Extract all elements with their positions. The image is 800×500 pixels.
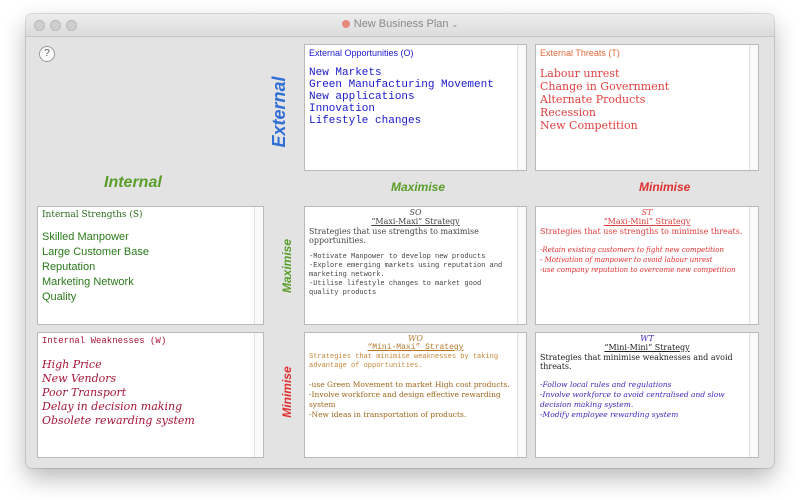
list-item: Quality <box>42 291 77 303</box>
wt-title: “Mini-Mini” Strategy <box>604 343 690 352</box>
wt-items: -Follow local rules and regulations -Inv… <box>540 380 746 420</box>
list-item: Marketing Network <box>42 276 134 288</box>
list-item: -Retain existing customers to fight new … <box>540 246 724 254</box>
strengths-header: Internal Strengths (S) <box>42 210 143 220</box>
st-code: ST <box>641 208 653 217</box>
row-minimise-label: Minimise <box>280 366 294 418</box>
weaknesses-panel[interactable]: Internal Weaknesses (W) High Price New V… <box>37 332 264 458</box>
threats-panel[interactable]: External Threats (T) Labour unrest Chang… <box>535 44 759 171</box>
wo-code: WO <box>408 334 423 343</box>
wt-strategy-panel[interactable]: WT “Mini-Mini” Strategy Strategies that … <box>535 332 759 458</box>
wo-strategy-panel[interactable]: WO “Mini-Maxi” Strategy Strategies that … <box>304 332 527 458</box>
internal-label: Internal <box>104 174 162 191</box>
list-item: -Motivate Manpower to develop new produc… <box>309 253 486 261</box>
window-title[interactable]: New Business Plan ⌄ <box>26 18 774 30</box>
scrollbar[interactable] <box>254 333 263 457</box>
weaknesses-list: High Price New Vendors Poor Transport De… <box>42 358 263 428</box>
so-strategy-panel[interactable]: SO “Maxi-Maxi” Strategy Strategies that … <box>304 206 527 325</box>
list-item: Green Manufacturing Movement <box>309 79 494 91</box>
list-item: -Involve workforce to avoid centralised … <box>540 390 725 409</box>
wt-description: Strategies that minimise weaknesses and … <box>540 353 733 371</box>
opportunities-panel[interactable]: External Opportunities (O) New Markets G… <box>304 44 527 171</box>
list-item: -use Green Movement to market High cost … <box>309 380 510 389</box>
so-code: SO <box>409 208 422 217</box>
wt-code: WT <box>640 334 654 343</box>
strengths-panel[interactable]: Internal Strengths (S) Skilled Manpower … <box>37 206 264 325</box>
list-item: Alternate Products <box>540 93 646 106</box>
list-item: Labour unrest <box>540 67 620 80</box>
threats-list: Labour unrest Change in Government Alter… <box>540 67 758 132</box>
list-item: New Vendors <box>42 372 117 385</box>
list-item: -New ideas in transportation of products… <box>309 410 467 419</box>
list-item: -Follow local rules and regulations <box>540 380 672 389</box>
window-title-text: New Business Plan <box>353 18 449 30</box>
title-bar: New Business Plan ⌄ <box>26 14 774 37</box>
list-item: -use company reputation to overcome new … <box>540 266 736 274</box>
st-strategy-panel[interactable]: ST “Maxi-Mini” Strategy Strategies that … <box>535 206 759 325</box>
strengths-list: Skilled Manpower Large Customer Base Rep… <box>42 230 263 305</box>
scrollbar[interactable] <box>254 207 263 324</box>
scrollbar[interactable] <box>517 333 526 457</box>
list-item: - Motivation of manpower to avoid labour… <box>540 256 713 264</box>
list-item: Recession <box>540 106 596 119</box>
st-items: -Retain existing customers to fight new … <box>540 245 746 275</box>
list-item: -Explore emerging markets using reputati… <box>309 262 503 279</box>
chevron-down-icon: ⌄ <box>451 20 459 29</box>
so-title: “Maxi-Maxi” Strategy <box>371 217 460 226</box>
list-item: High Price <box>42 358 102 371</box>
st-description: Strategies that use strengths to minimis… <box>540 227 743 236</box>
list-item: Change in Government <box>540 80 670 93</box>
list-item: New Competition <box>540 119 638 132</box>
list-item: Large Customer Base <box>42 246 149 258</box>
list-item: Obsolete rewarding system <box>42 414 195 427</box>
threats-header: External Threats (T) <box>540 48 620 58</box>
wo-description: Strategies that minimise weaknesses by t… <box>309 353 499 370</box>
so-description: Strategies that use strengths to maximis… <box>309 227 479 245</box>
help-button[interactable]: ? <box>39 46 55 62</box>
list-item: Innovation <box>309 103 376 115</box>
column-maximise-label: Maximise <box>391 180 446 194</box>
st-title: “Maxi-Mini” Strategy <box>603 217 691 226</box>
wo-items: -use Green Movement to market High cost … <box>309 380 514 420</box>
external-label: External <box>269 76 289 148</box>
scrollbar[interactable] <box>517 45 526 170</box>
scrollbar[interactable] <box>749 45 758 170</box>
list-item: -Utilise lifestyle changes to market goo… <box>309 280 482 297</box>
list-item: Skilled Manpower <box>42 231 129 243</box>
list-item: New applications <box>309 91 415 103</box>
app-window: New Business Plan ⌄ ? External Internal M… <box>26 14 774 468</box>
list-item: Poor Transport <box>42 386 127 399</box>
list-item: Lifestyle changes <box>309 115 422 127</box>
row-maximise-label: Maximise <box>280 238 294 294</box>
column-minimise-label: Minimise <box>639 180 691 194</box>
opportunities-header: External Opportunities (O) <box>309 48 414 58</box>
opportunities-list: New Markets Green Manufacturing Movement… <box>309 67 526 127</box>
scrollbar[interactable] <box>749 207 758 324</box>
list-item: New Markets <box>309 67 382 79</box>
scrollbar[interactable] <box>517 207 526 324</box>
so-items: -Motivate Manpower to develop new produc… <box>309 253 514 298</box>
list-item: -Involve workforce and design effective … <box>309 390 501 409</box>
wo-title: “Mini-Maxi” Strategy <box>367 343 464 352</box>
list-item: -Modify employee rewarding system <box>540 410 679 419</box>
scrollbar[interactable] <box>749 333 758 457</box>
list-item: Reputation <box>42 261 96 273</box>
list-item: Delay in decision making <box>42 400 183 413</box>
document-icon <box>341 20 350 29</box>
weaknesses-header: Internal Weaknesses (W) <box>42 336 167 346</box>
